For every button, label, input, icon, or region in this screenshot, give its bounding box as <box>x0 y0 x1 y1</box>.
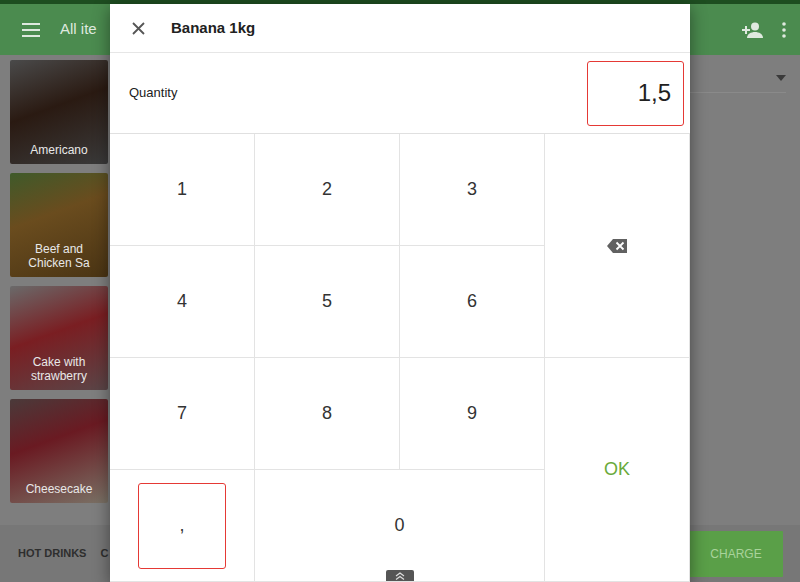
digit-key[interactable]: 9 <box>400 358 545 470</box>
key-face: 0 <box>356 483 444 569</box>
key-face: , <box>138 483 226 569</box>
collapse-handle[interactable] <box>386 570 414 581</box>
key-face <box>573 203 661 289</box>
item-name: Beef and Chicken Sa <box>14 243 104 271</box>
item-name: Cheesecake <box>26 483 93 497</box>
add-customer-icon[interactable] <box>742 22 764 38</box>
digit-key[interactable]: 3 <box>400 134 545 246</box>
ok-key[interactable]: OK <box>545 358 690 582</box>
key-face: 3 <box>428 147 516 233</box>
digit-key[interactable]: 4 <box>110 246 255 358</box>
backspace-icon <box>607 239 627 253</box>
category-tab[interactable]: C <box>100 545 108 562</box>
digit-key[interactable]: 7 <box>110 358 255 470</box>
category-tab[interactable]: HOT DRINKS <box>18 545 86 562</box>
key-face: 5 <box>283 259 371 345</box>
item-name: Cake with strawberry <box>14 356 104 384</box>
dropdown-icon[interactable] <box>776 75 786 81</box>
backspace-key[interactable] <box>545 134 690 358</box>
item-name: Americano <box>30 144 87 158</box>
quantity-value: 1,5 <box>638 75 671 111</box>
digit-key[interactable]: 1 <box>110 134 255 246</box>
key-face: 4 <box>138 259 226 345</box>
key-face: 6 <box>428 259 516 345</box>
menu-icon[interactable] <box>22 23 40 37</box>
key-face: 8 <box>283 371 371 457</box>
app-title: All ite <box>60 18 97 41</box>
quantity-row: Quantity 1,5 <box>110 53 690 134</box>
chevron-up-icon[interactable] <box>395 572 405 580</box>
close-icon[interactable] <box>132 22 145 35</box>
item-tile[interactable]: Beef and Chicken Sa <box>10 173 108 277</box>
quantity-dialog: Banana 1kg Quantity 1,5 123 456 789 OK, 0 <box>110 4 690 582</box>
charge-button[interactable]: CHARGE <box>689 531 783 577</box>
key-face: 9 <box>428 371 516 457</box>
key-face: 1 <box>138 147 226 233</box>
dialog-header: Banana 1kg <box>110 4 690 53</box>
item-grid: Americano Beef and Chicken Sa Cake with st… <box>0 55 110 525</box>
digit-key[interactable]: 8 <box>255 358 400 470</box>
app-bar-actions <box>742 22 786 38</box>
decimal-key[interactable]: , <box>110 470 255 582</box>
key-face: OK <box>573 427 661 513</box>
key-face: 7 <box>138 371 226 457</box>
quantity-label: Quantity <box>129 83 177 103</box>
more-icon[interactable] <box>782 22 786 38</box>
digit-key[interactable]: 2 <box>255 134 400 246</box>
item-tile[interactable]: Cake with strawberry <box>10 286 108 390</box>
item-tile[interactable]: Cheesecake <box>10 399 108 503</box>
keypad: 123 456 789 OK, 0 <box>110 134 690 582</box>
digit-key[interactable]: 0 <box>255 470 545 582</box>
dialog-title: Banana 1kg <box>171 17 255 40</box>
quantity-field[interactable]: 1,5 <box>587 61 684 126</box>
digit-key[interactable]: 5 <box>255 246 400 358</box>
category-tabs: HOT DRINKS C <box>18 545 108 562</box>
key-face: 2 <box>283 147 371 233</box>
item-tile[interactable]: Americano <box>10 60 108 164</box>
digit-key[interactable]: 6 <box>400 246 545 358</box>
